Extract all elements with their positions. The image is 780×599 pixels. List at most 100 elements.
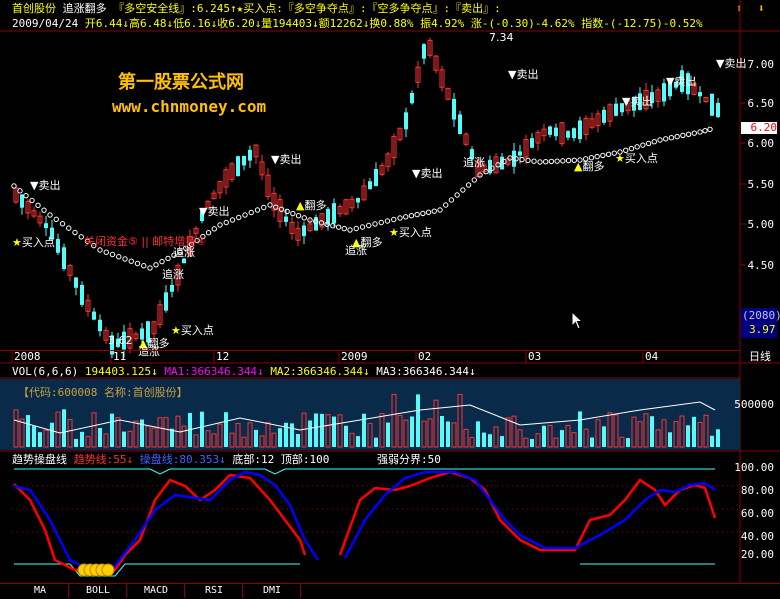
- ma-dot: [103, 249, 109, 255]
- ma-dot: [403, 214, 409, 220]
- volume-bar: [140, 419, 144, 447]
- buy-signal: ★买入点: [171, 324, 214, 337]
- ma-dot: [674, 133, 680, 140]
- volume-bar: [314, 413, 318, 447]
- tab-macd[interactable]: MACD: [128, 584, 185, 598]
- tab-dmi[interactable]: DMI: [244, 584, 301, 598]
- period-label[interactable]: 日线: [749, 350, 771, 364]
- volume-bar: [488, 434, 492, 447]
- ma-dot: [254, 207, 261, 213]
- osc-title: 趋势操盘线: [12, 453, 67, 466]
- volume-bar: [344, 425, 348, 447]
- ma-dot: [211, 226, 217, 232]
- ma-dot: [47, 212, 53, 218]
- time-axis-line: [0, 350, 740, 351]
- volume-bar: [38, 432, 42, 447]
- osc-tick: 80.00: [740, 484, 774, 497]
- sell-signal: ▼卖出: [412, 167, 443, 180]
- ma-dot: [261, 204, 267, 211]
- candle-down: [56, 238, 60, 253]
- candle-down: [20, 194, 24, 208]
- ma-dot: [35, 202, 41, 209]
- price-tick: 6.00: [747, 137, 775, 150]
- ma-dot: [109, 251, 116, 258]
- zhuizhang-signal: 追涨: [173, 246, 195, 259]
- candle-down: [530, 138, 534, 148]
- candle-down: [92, 311, 96, 320]
- ma-dot: [66, 225, 72, 231]
- candle-down: [284, 216, 288, 222]
- price-tick: 4.50: [747, 259, 775, 272]
- volume-bar: [626, 438, 630, 447]
- zhuizhang-signal: 追涨: [345, 244, 367, 257]
- volume-bar: [602, 426, 606, 447]
- candle-down: [404, 112, 408, 130]
- volume-bar: [710, 435, 714, 447]
- ma-dot: [448, 197, 455, 203]
- volume-bar: [332, 416, 336, 447]
- ma-dot: [116, 254, 122, 260]
- volume-bar: [284, 422, 288, 447]
- ma-dot: [353, 225, 359, 232]
- sell-signal: ▼卖出: [716, 57, 747, 70]
- candle-down: [98, 319, 102, 332]
- volume-bar: [200, 411, 204, 447]
- candle-down: [368, 181, 372, 190]
- time-label: 12: [216, 350, 230, 363]
- osc-top-line: [14, 468, 715, 475]
- ma-dot: [425, 209, 432, 215]
- tab-rsi[interactable]: RSI: [186, 584, 243, 598]
- ma-dot: [431, 208, 437, 214]
- ma-dot: [290, 210, 296, 217]
- osc-operate: 操盘线:80.353↓: [139, 453, 226, 466]
- ma-dot: [248, 209, 254, 216]
- osc-bottom: 底部:12: [232, 453, 275, 466]
- ma-dot: [223, 219, 229, 226]
- buy-signal: ★买入点: [615, 152, 658, 165]
- candle-down: [170, 284, 174, 292]
- low-price-label: 3.62: [108, 334, 133, 347]
- tab-boll[interactable]: BOLL: [70, 584, 127, 598]
- volume-bar: [278, 428, 282, 447]
- volume-tick: 500000: [734, 398, 774, 411]
- ma-dot: [651, 139, 657, 145]
- volume-bar: [578, 411, 582, 447]
- ma-dot: [59, 221, 66, 227]
- trend-line: [13, 473, 307, 572]
- ma-dot: [341, 225, 347, 232]
- volume-bar: [482, 432, 486, 447]
- tab-ma[interactable]: MA: [12, 584, 69, 598]
- watermark-title: 第一股票公式网: [118, 72, 244, 93]
- candle-down: [578, 120, 582, 140]
- candle-down: [74, 277, 78, 288]
- osc-tick: 60.00: [740, 507, 774, 520]
- candle-down: [710, 93, 714, 116]
- ma-dot: [408, 213, 415, 219]
- ma-dot: [537, 159, 543, 165]
- sell-signal: ▼卖出: [271, 153, 302, 166]
- sell-signal: ▼卖出: [622, 95, 653, 108]
- ma-dot: [640, 142, 646, 148]
- ma-dot: [680, 132, 686, 139]
- candle-down: [374, 169, 378, 187]
- volume-ma2: MA2:366346.344↓: [270, 365, 370, 378]
- volume-bar: [98, 427, 102, 447]
- ma-dot: [443, 202, 449, 208]
- ma-dot: [236, 214, 242, 221]
- kline-chart[interactable]: [0, 0, 780, 598]
- candle-down: [566, 131, 570, 138]
- volume-bar: [476, 421, 480, 447]
- volume-bar: [26, 415, 30, 447]
- ma-dot: [600, 152, 606, 159]
- ma-dot: [454, 192, 460, 198]
- volume-bar: [590, 437, 594, 447]
- ma-dot: [565, 157, 572, 164]
- count-label: (2080): [742, 309, 780, 322]
- volume-bar: [686, 425, 690, 447]
- ma-dot: [460, 187, 466, 193]
- candle-down: [62, 247, 66, 269]
- fanduo-signal: ▲翻多: [574, 160, 605, 173]
- ma-dot: [295, 213, 302, 219]
- ma-dot: [122, 256, 128, 262]
- sell-signal: ▼卖出: [199, 205, 230, 218]
